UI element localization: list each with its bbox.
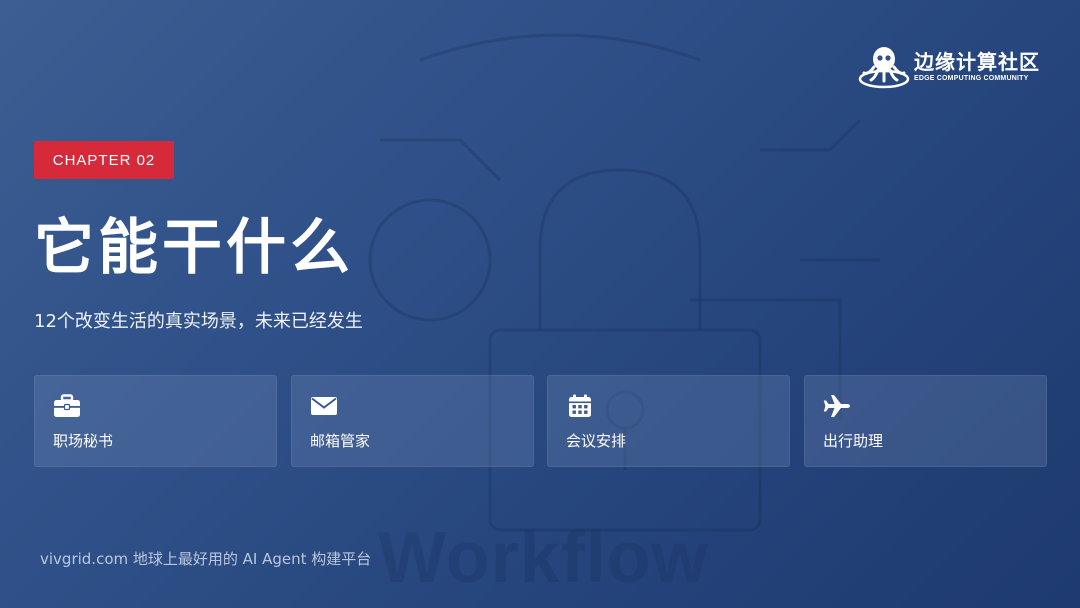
brand-text: 边缘计算社区 EDGE COMPUTING COMMUNITY	[914, 50, 1040, 83]
scenario-cards: 职场秘书 邮箱管家 会议安排 出行助理	[34, 375, 1047, 467]
calendar-icon	[569, 394, 591, 417]
workflow-watermark: Workflow	[378, 518, 709, 598]
page-title: 它能干什么	[34, 213, 354, 283]
card-mailbox-manager[interactable]: 邮箱管家	[291, 375, 534, 467]
brand-name-en: EDGE COMPUTING COMMUNITY	[914, 74, 1029, 82]
page-subtitle: 12个改变生活的真实场景，未来已经发生	[34, 311, 363, 332]
card-office-secretary[interactable]: 职场秘书	[34, 375, 277, 467]
brand-logo[interactable]: 边缘计算社区 EDGE COMPUTING COMMUNITY	[858, 42, 1048, 90]
background-decoration	[368, 33, 880, 532]
card-label: 邮箱管家	[310, 432, 371, 450]
airplane-icon	[823, 395, 850, 417]
chapter-badge: CHAPTER 02	[34, 141, 174, 179]
card-travel-assistant[interactable]: 出行助理	[804, 375, 1047, 467]
footer-text: vivgrid.com 地球上最好用的 AI Agent 构建平台	[40, 550, 372, 568]
card-label: 出行助理	[823, 432, 884, 450]
envelope-icon	[311, 397, 337, 415]
card-label: 会议安排	[566, 432, 627, 450]
brand-name-cn: 边缘计算社区	[914, 49, 1040, 74]
card-meeting-scheduling[interactable]: 会议安排	[547, 375, 790, 467]
briefcase-icon	[54, 394, 80, 417]
card-label: 职场秘书	[53, 432, 114, 450]
octopus-icon	[858, 47, 910, 89]
